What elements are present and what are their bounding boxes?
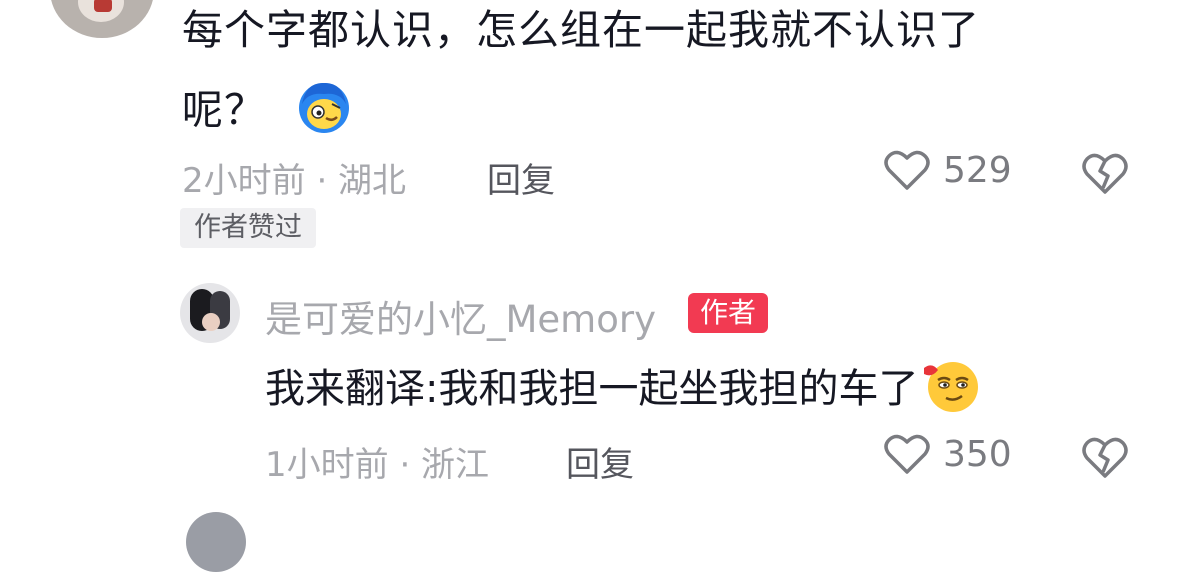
comment-text-end: 呢？ xyxy=(182,86,266,134)
avatar-detail xyxy=(202,313,220,331)
reply-text-content: 我来翻译:我和我担一起坐我担的车了 xyxy=(265,366,919,412)
heart-icon xyxy=(884,434,930,474)
like-button[interactable]: 529 xyxy=(883,148,1012,192)
emoji-face-icon xyxy=(299,82,349,133)
next-commenter-avatar[interactable] xyxy=(186,512,246,572)
reply-button[interactable]: 回复 xyxy=(566,437,634,486)
reply-meta: 1小时前 · 浙江 xyxy=(265,445,490,485)
like-count: 529 xyxy=(943,149,1012,191)
heart-icon xyxy=(884,150,930,190)
like-count: 350 xyxy=(943,433,1012,475)
sly-smile-emoji-icon xyxy=(924,362,979,412)
comment-text-line2: 呢？ xyxy=(182,76,352,136)
author-badge: 作者 xyxy=(688,293,769,333)
like-button[interactable]: 350 xyxy=(883,432,1012,476)
reply-text: 我来翻译:我和我担一起坐我担的车了 xyxy=(265,356,980,414)
comment-meta: 2小时前 · 湖北 xyxy=(182,161,407,201)
replier-avatar[interactable] xyxy=(180,283,240,343)
reply-username[interactable]: 是可爱的小忆_Memory xyxy=(265,289,656,343)
author-liked-badge: 作者赞过 xyxy=(180,208,316,248)
reply-button[interactable]: 回复 xyxy=(487,153,555,202)
dislike-broken-heart-icon[interactable] xyxy=(1081,148,1129,196)
commenter-avatar[interactable] xyxy=(50,0,154,38)
avatar-detail xyxy=(94,0,112,12)
dislike-broken-heart-icon[interactable] xyxy=(1081,432,1129,480)
comment-text-line1: 每个字都认识，怎么组在一起我就不认识了 xyxy=(182,6,980,54)
